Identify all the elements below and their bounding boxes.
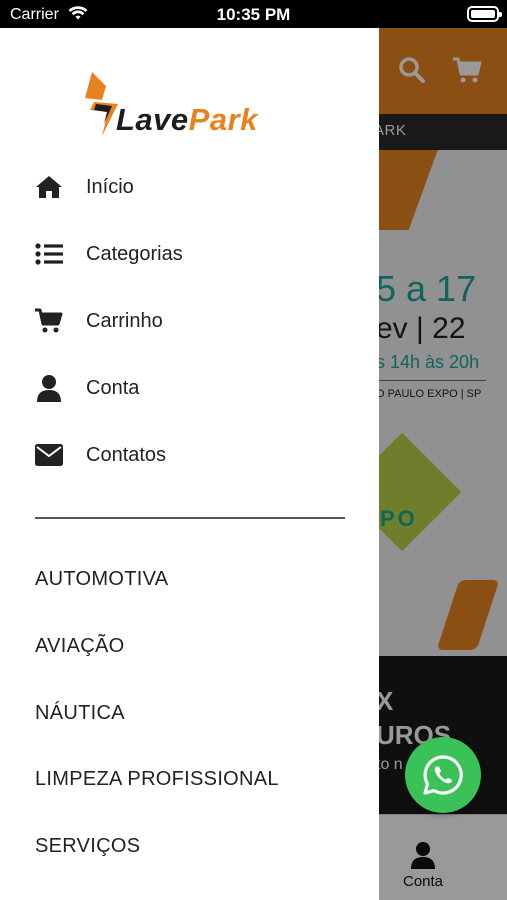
menu-label: Início <box>86 175 134 198</box>
menu-item-categorias[interactable]: Categorias <box>0 229 379 279</box>
menu-label: Conta <box>86 376 140 399</box>
category-nautica[interactable]: NÁUTICA <box>35 702 125 725</box>
battery-icon <box>467 6 502 22</box>
category-aviacao[interactable]: AVIAÇÃO <box>35 635 125 658</box>
category-servicos[interactable]: SERVIÇOS <box>35 835 140 858</box>
menu-item-inicio[interactable]: Início <box>0 162 379 212</box>
list-icon <box>34 239 64 269</box>
menu-item-contatos[interactable]: Contatos <box>0 430 379 480</box>
envelope-icon <box>34 440 64 470</box>
menu-label: Categorias <box>86 242 183 265</box>
logo-text-park: Park <box>188 102 258 137</box>
whatsapp-button[interactable] <box>405 737 481 813</box>
category-automotiva[interactable]: AUTOMOTIVA <box>35 568 168 591</box>
status-bar: Carrier 10:35 PM <box>0 0 507 28</box>
logo-text-lave: Lave <box>116 102 189 137</box>
clock: 10:35 PM <box>216 5 291 24</box>
menu-label: Contatos <box>86 443 167 466</box>
drawer-divider <box>35 517 345 519</box>
category-limpeza-profissional[interactable]: LIMPEZA PROFISSIONAL <box>35 768 279 791</box>
user-icon <box>34 373 64 403</box>
logo-wordmark: LavePark <box>116 102 258 138</box>
cart-icon <box>34 306 64 336</box>
menu-item-carrinho[interactable]: Carrinho <box>0 296 379 346</box>
whatsapp-icon <box>423 755 463 795</box>
lavepark-logo[interactable]: LavePark <box>78 72 303 138</box>
menu-item-conta[interactable]: Conta <box>0 363 379 413</box>
menu-label: Carrinho <box>86 309 163 332</box>
navigation-drawer: LavePark Início Categorias Carrinho Cont… <box>0 28 379 900</box>
home-icon <box>34 172 64 202</box>
